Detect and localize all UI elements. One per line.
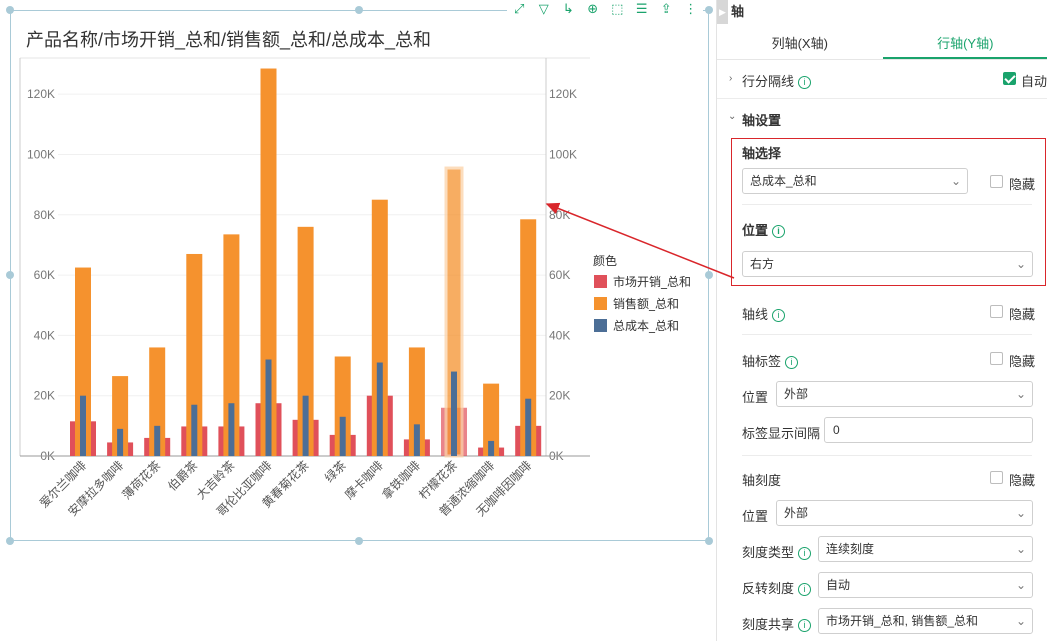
y-tick-label-right: 80K	[549, 208, 570, 222]
chevron-down-icon: ⌄	[1015, 542, 1026, 556]
label-interval-label: 标签显示间隔	[742, 426, 821, 441]
tick-share-section: 刻度共享 i	[742, 614, 812, 633]
bar-total-cost	[154, 425, 161, 456]
axis-label-position-label: 位置	[742, 390, 769, 405]
tick-type-section: 刻度类型 i	[742, 542, 812, 561]
axis-settings-label[interactable]: 轴设置	[742, 110, 781, 129]
row-gridline-label: 行分隔线	[742, 74, 795, 89]
settings-panel: ▶ 轴 列轴(X轴) 行轴(Y轴) › 行分隔线 i 自动 ⌄ 轴设置 轴选择 总…	[716, 0, 1047, 641]
divider	[742, 455, 1032, 456]
info-icon: i	[772, 309, 786, 322]
reverse-tick-label: 反转刻度	[742, 581, 795, 596]
chevron-right-icon[interactable]: ›	[729, 73, 732, 84]
reverse-tick-value: 自动	[826, 578, 851, 592]
tick-share-dropdown[interactable]: 市场开销_总和, 销售额_总和 ⌄	[818, 608, 1033, 634]
legend-entry: 总成本_总和	[613, 319, 679, 333]
y-tick-label-right: 60K	[549, 268, 570, 282]
reverse-tick-dropdown[interactable]: 自动 ⌄	[818, 572, 1033, 598]
x-tick-label: 薄荷花茶	[119, 458, 164, 503]
x-tick-label: 伯爵茶	[164, 458, 200, 494]
axis-tick-label: 轴刻度	[742, 473, 782, 488]
divider	[717, 98, 1047, 99]
bar-total-cost	[488, 440, 495, 456]
info-icon: i	[798, 76, 812, 89]
bar-total-cost	[525, 398, 532, 456]
legend-swatch	[594, 297, 607, 310]
axis-label-label: 轴标签	[742, 354, 782, 369]
tick-type-dropdown[interactable]: 连续刻度 ⌄	[818, 536, 1033, 562]
tick-share-value: 市场开销_总和, 销售额_总和	[826, 614, 979, 628]
bar-total-cost	[339, 416, 346, 456]
axis-line-hide-label: 隐藏	[1009, 307, 1036, 322]
auto-label: 自动	[1021, 74, 1047, 89]
axis-label-position-value: 外部	[784, 387, 809, 401]
legend-entry: 市场开销_总和	[613, 274, 691, 289]
tick-type-value: 连续刻度	[826, 542, 875, 556]
bar-total-cost	[451, 371, 457, 456]
panel-collapse-icon[interactable]: ▶	[717, 0, 728, 24]
axis-line-section: 轴线 i	[742, 304, 786, 323]
axis-tick-hide-label: 隐藏	[1009, 473, 1036, 488]
chevron-down-icon: ⌄	[1015, 387, 1026, 401]
axis-tick-hide-checkbox[interactable]	[990, 471, 1003, 484]
y-tick-label-right: 40K	[549, 328, 570, 342]
axis-label-hide-checkbox[interactable]	[990, 352, 1003, 365]
tab-y-axis[interactable]: 行轴(Y轴)	[882, 28, 1047, 59]
legend-swatch	[594, 319, 607, 332]
app-stage: ⤢ ▽ ↳ ⊕ ⬚ ☰ ⇪ ⋮ 产品名称/市场开销_总和/销售额_总和/总成本_…	[0, 0, 1047, 641]
panel-title: 轴	[731, 4, 745, 19]
axis-tabs: 列轴(X轴) 行轴(Y轴)	[717, 28, 1047, 60]
row-gridline-section[interactable]: 行分隔线 i	[742, 71, 812, 90]
axis-tick-position-dropdown[interactable]: 外部 ⌄	[776, 500, 1033, 526]
x-tick-label: 绿茶	[321, 458, 349, 486]
bar-total-cost	[265, 359, 272, 456]
bar-total-cost	[117, 428, 124, 456]
bar-total-cost	[80, 395, 86, 456]
axis-tick-position-label: 位置	[742, 509, 769, 524]
legend-swatch	[594, 275, 607, 288]
annotation-highlight-box	[731, 138, 1046, 286]
axis-line-label: 轴线	[742, 307, 769, 322]
bar-total-cost	[191, 404, 198, 456]
chevron-down-icon: ⌄	[1015, 506, 1026, 520]
y-tick-label-right: 100K	[549, 147, 577, 161]
axis-label-section: 轴标签 i	[742, 351, 799, 370]
divider	[742, 334, 1032, 335]
reverse-tick-section: 反转刻度 i	[742, 578, 812, 597]
y-tick-label-right: 120K	[549, 87, 577, 101]
bar-total-cost	[413, 424, 420, 456]
x-tick-label: 摩卡咖啡	[341, 458, 386, 503]
y-tick-label-left: 80K	[34, 208, 55, 222]
bar-total-cost	[228, 403, 235, 456]
axis-label-position-dropdown[interactable]: 外部 ⌄	[776, 381, 1033, 407]
info-icon: i	[798, 547, 812, 560]
legend-entry: 销售额_总和	[613, 296, 679, 311]
chevron-down-icon[interactable]: ⌄	[728, 111, 736, 122]
info-icon: i	[798, 619, 812, 632]
auto-checkbox[interactable]	[1003, 72, 1016, 85]
y-tick-label-left: 20K	[34, 389, 55, 403]
chevron-down-icon: ⌄	[1015, 614, 1026, 628]
label-interval-input[interactable]: 0	[824, 417, 1033, 443]
bar-total-cost	[376, 362, 383, 456]
tick-share-label: 刻度共享	[742, 617, 795, 632]
tab-x-axis[interactable]: 列轴(X轴)	[717, 28, 883, 59]
y-tick-label-left: 40K	[34, 328, 55, 342]
y-tick-label-left: 120K	[27, 87, 55, 101]
axis-line-hide-checkbox[interactable]	[990, 305, 1003, 318]
y-tick-label-left: 100K	[27, 147, 55, 161]
bar-total-cost	[302, 395, 309, 456]
info-icon: i	[798, 583, 812, 596]
chevron-down-icon: ⌄	[1015, 578, 1026, 592]
axis-label-hide-label: 隐藏	[1009, 354, 1036, 369]
x-tick-label: 拿铁咖啡	[378, 458, 423, 503]
info-icon: i	[785, 356, 799, 369]
y-tick-label-left: 60K	[34, 268, 55, 282]
axis-tick-position-value: 外部	[784, 506, 809, 520]
legend-title: 颜色	[593, 253, 617, 268]
bar-chart: 0K 0K20K 20K40K 40K60K 60K80K 80K100K 100K120K…	[19, 57, 691, 519]
tick-type-label: 刻度类型	[742, 545, 795, 560]
y-tick-label-right: 20K	[549, 389, 570, 403]
